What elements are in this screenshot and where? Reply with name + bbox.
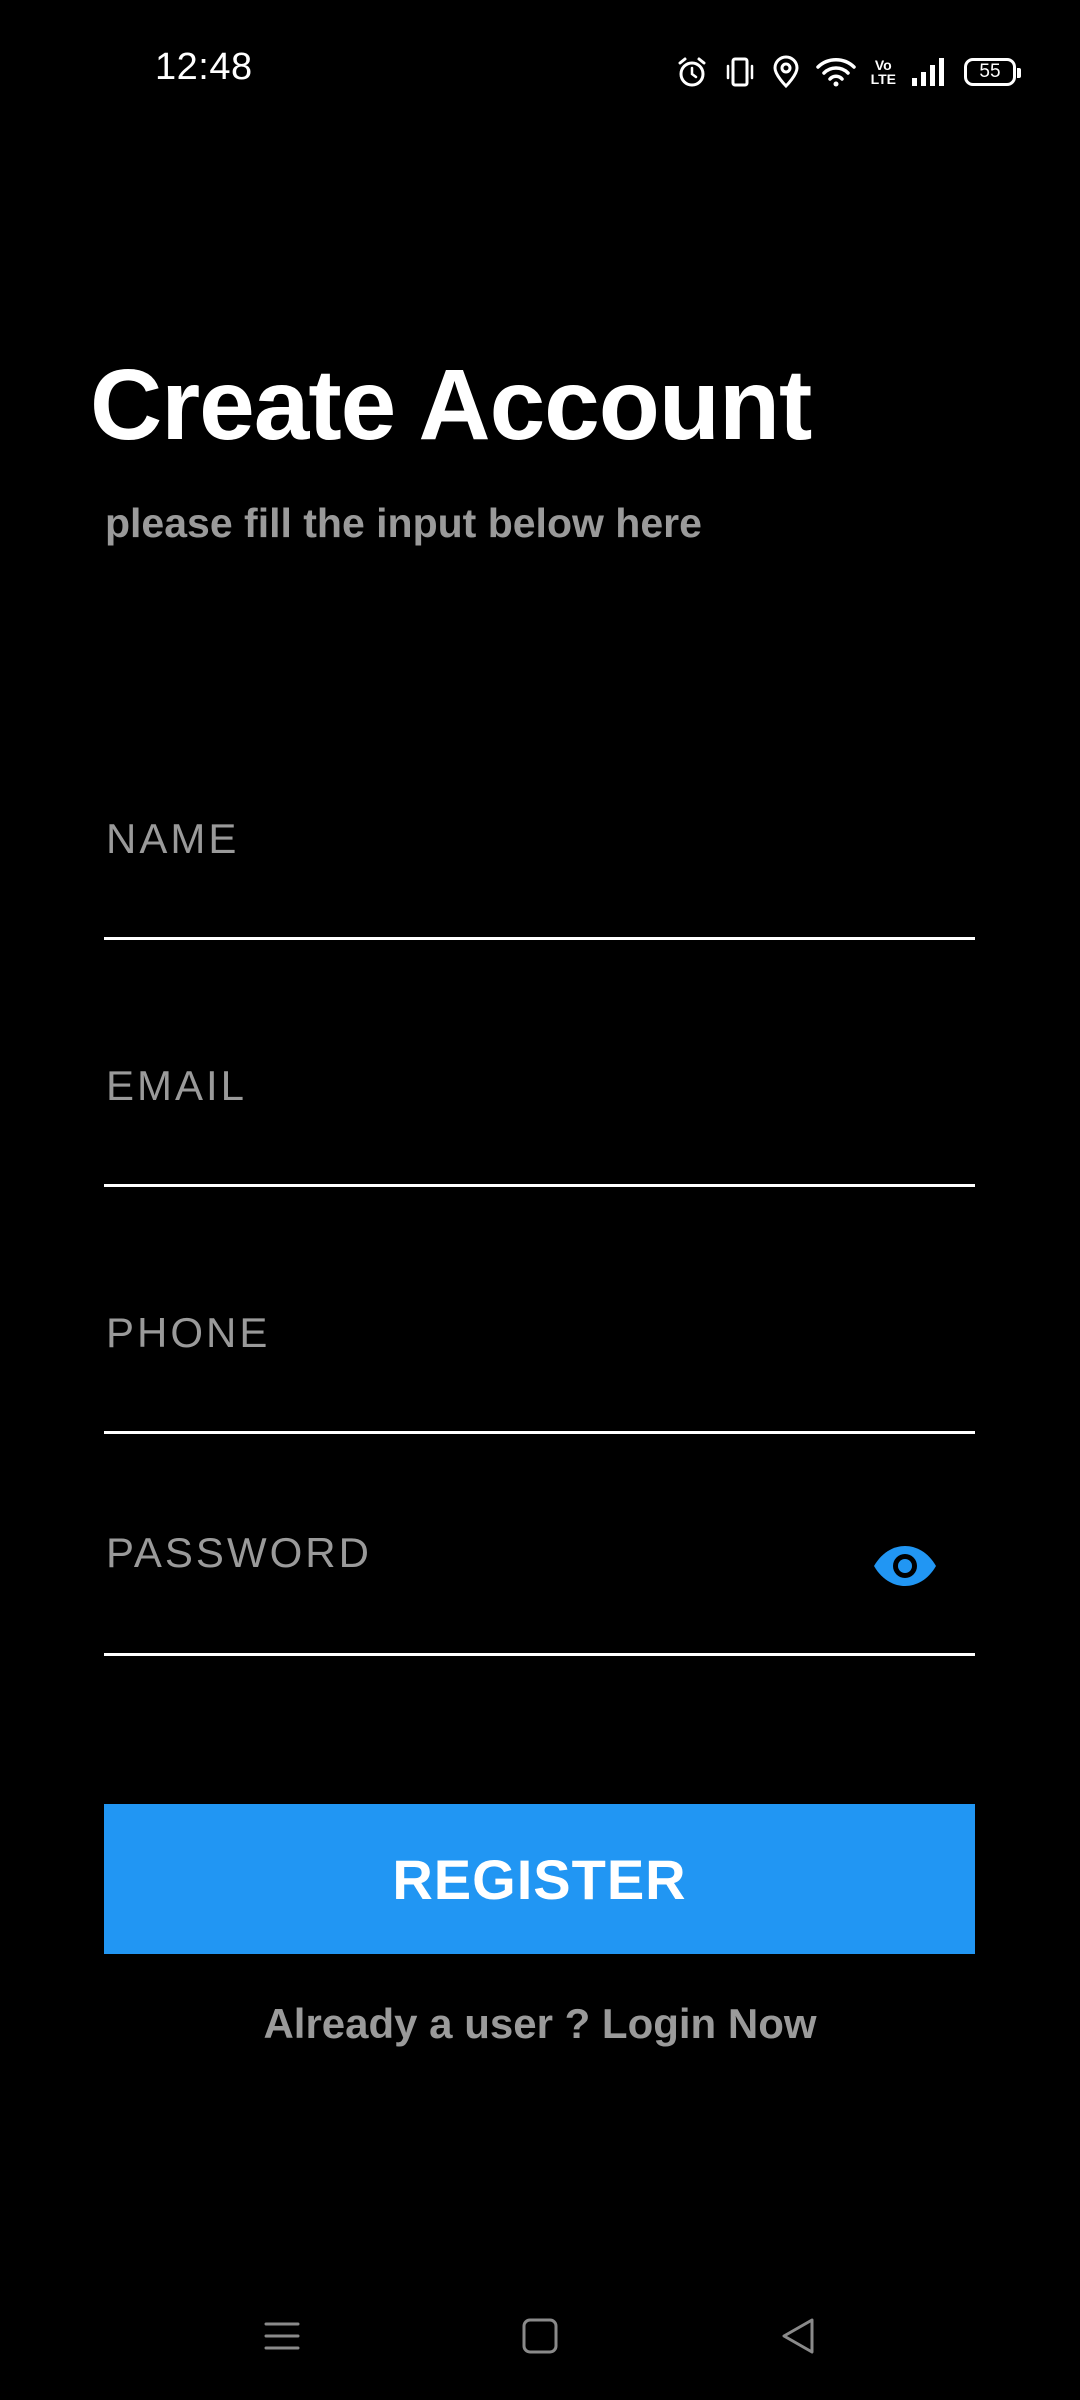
password-field — [104, 1513, 975, 1656]
nav-menu-button[interactable] — [252, 2306, 312, 2366]
back-icon — [782, 2318, 814, 2354]
email-field — [104, 1047, 975, 1187]
home-icon — [522, 2318, 558, 2354]
menu-icon — [264, 2322, 300, 2350]
vibrate-icon — [723, 55, 757, 89]
navigation-bar — [0, 2280, 1080, 2390]
name-input[interactable] — [106, 800, 975, 937]
phone-input[interactable] — [106, 1294, 975, 1431]
name-field — [104, 800, 975, 940]
password-visibility-toggle[interactable] — [871, 1541, 939, 1591]
page-subtitle: please fill the input below here — [105, 500, 702, 546]
volte-label-top: Vo — [874, 57, 892, 73]
register-button[interactable]: REGISTER — [104, 1804, 975, 1954]
password-input[interactable] — [106, 1513, 975, 1653]
signal-icon — [910, 56, 950, 88]
location-icon — [771, 55, 801, 89]
login-now-link[interactable]: Already a user ? Login Now — [0, 2000, 1080, 2048]
eye-icon — [874, 1546, 936, 1586]
email-input[interactable] — [106, 1047, 975, 1184]
page-title: Create Account — [90, 349, 812, 461]
status-icons: Vo LTE 55 — [675, 50, 1021, 94]
wifi-icon — [815, 55, 857, 89]
phone-field — [104, 1294, 975, 1434]
battery-icon: 55 — [964, 58, 1021, 86]
volte-icon: Vo LTE — [871, 58, 896, 86]
status-time: 12:48 — [155, 46, 253, 88]
alarm-icon — [675, 55, 709, 89]
nav-back-button[interactable] — [768, 2306, 828, 2366]
status-bar: 12:48 Vo LTE 55 — [0, 0, 1080, 140]
volte-label-bottom: LTE — [870, 71, 896, 87]
battery-level: 55 — [964, 58, 1021, 86]
nav-home-button[interactable] — [510, 2306, 570, 2366]
